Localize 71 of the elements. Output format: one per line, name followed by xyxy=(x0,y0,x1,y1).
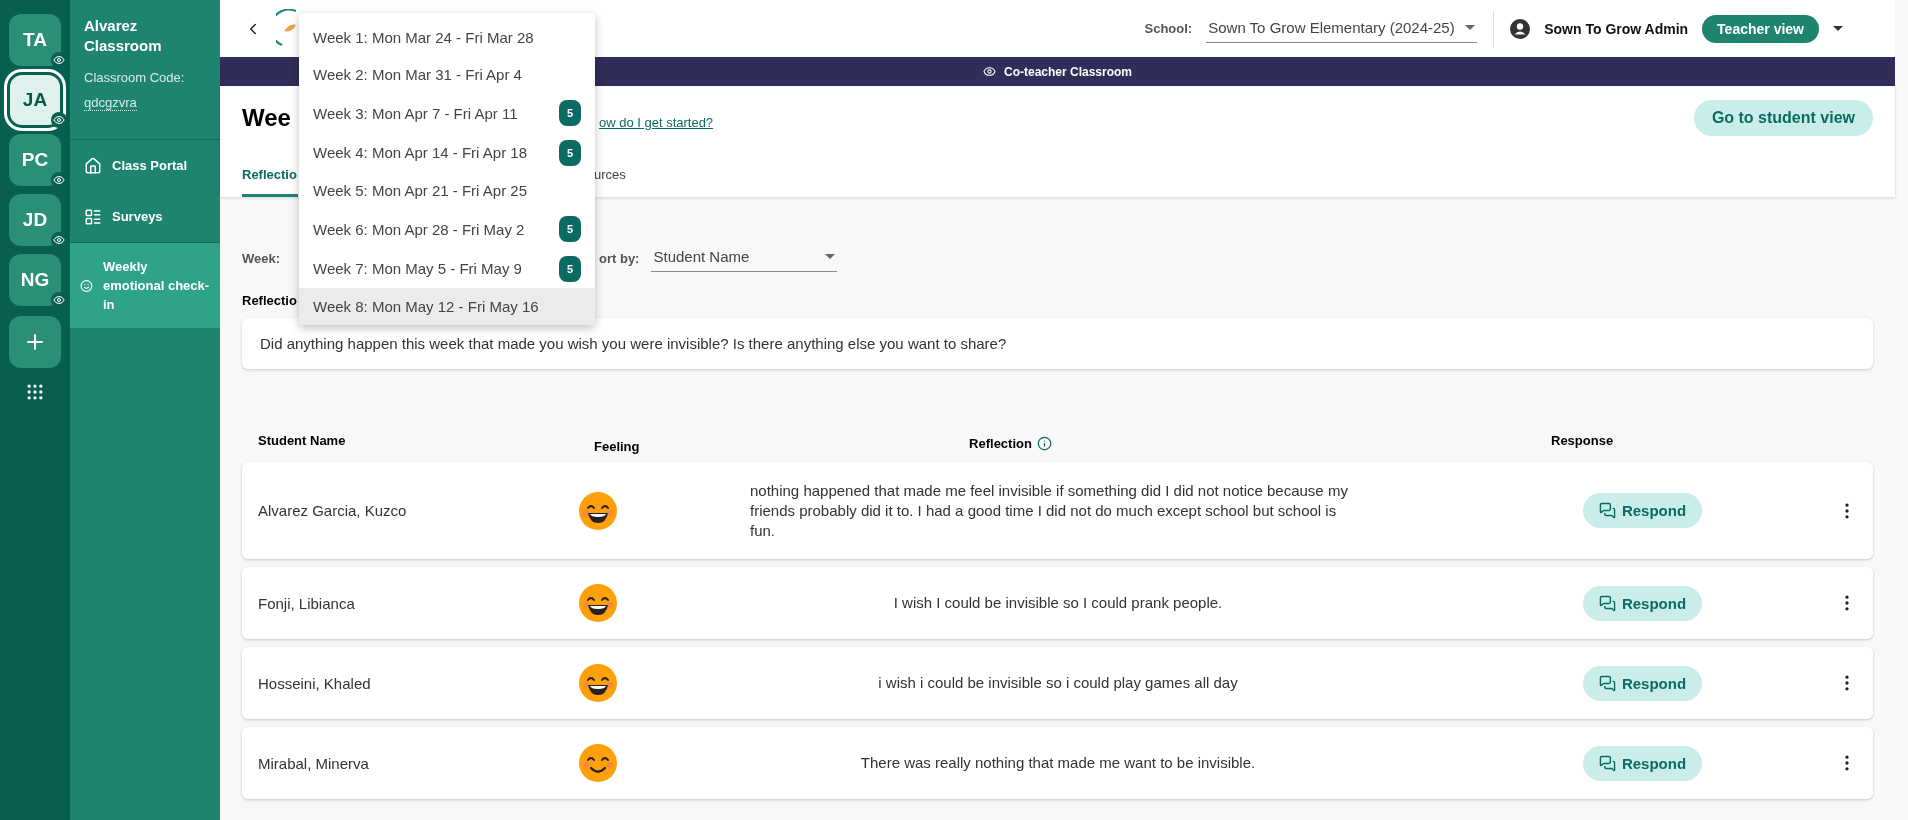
student-name: Alvarez Garcia, Kuzco xyxy=(258,502,408,519)
grinning-face-icon xyxy=(578,663,618,703)
apps-grid-icon[interactable] xyxy=(25,382,45,402)
user-name: Sown To Grow Admin xyxy=(1544,20,1689,37)
school-label: School: xyxy=(1144,21,1193,36)
respond-button[interactable]: Respond xyxy=(1582,745,1703,781)
reflection-text: nothing happened that made me feel invisible if something did I did not notice because my friends probably did it to. I had a good time I did not do much except school but school is fun. xyxy=(750,480,1349,541)
reflection-label: Reflectio xyxy=(242,293,297,308)
smiling-face-icon xyxy=(578,743,618,783)
classroom-code[interactable]: qdcgzvra xyxy=(84,95,137,111)
count-badge: 5 xyxy=(559,100,581,126)
student-view-button[interactable]: Go to student view xyxy=(1693,100,1873,136)
help-link[interactable]: ow do I get started? xyxy=(598,114,714,130)
grinning-face-icon xyxy=(578,490,618,531)
eye-icon xyxy=(53,174,65,186)
respond-button[interactable]: Respond xyxy=(1582,493,1703,528)
column-header: Feeling xyxy=(594,439,641,454)
dropdown-caret-icon xyxy=(1465,24,1476,30)
week-option[interactable]: Week 1: Mon Mar 24 - Fri Mar 28 xyxy=(299,19,595,56)
list-icon xyxy=(84,207,102,226)
sidebar-item[interactable]: Class Portal xyxy=(70,140,220,191)
chat-icon xyxy=(1598,674,1616,692)
count-badge: 5 xyxy=(559,255,581,282)
info-icon[interactable] xyxy=(1036,436,1052,451)
student-name: Hosseini, Khaled xyxy=(258,674,372,692)
chat-icon xyxy=(1598,502,1616,519)
page-title: Wee xyxy=(242,104,291,132)
week-option[interactable]: Week 6: Mon Apr 28 - Fri May 2 5 xyxy=(299,209,595,249)
week-option[interactable]: Week 5: Mon Apr 21 - Fri Apr 25 xyxy=(299,172,595,209)
classroom-name: Alvarez Classroom xyxy=(84,16,163,56)
eye-icon xyxy=(53,294,65,306)
classroom-avatar[interactable]: JD xyxy=(9,194,61,246)
teacher-view-button[interactable]: Teacher view xyxy=(1702,14,1819,43)
respond-button[interactable]: Respond xyxy=(1582,585,1703,621)
student-name: Fonji, Libianca xyxy=(258,594,356,612)
tab[interactable]: urces xyxy=(594,167,626,197)
classroom-avatar[interactable]: PC xyxy=(9,134,61,186)
student-name: Mirabal, Minerva xyxy=(258,754,370,772)
column-header: Response xyxy=(1550,433,1615,448)
add-classroom-button[interactable] xyxy=(9,316,61,368)
week-option[interactable]: Week 4: Mon Apr 14 - Fri Apr 18 5 xyxy=(299,133,595,172)
grinning-face-icon xyxy=(578,583,618,623)
sort-label: ort by: xyxy=(599,250,640,266)
chat-icon xyxy=(1598,754,1616,772)
eye-icon xyxy=(53,114,65,126)
reflection-text: I wish I could be invisible so I could prank people. xyxy=(892,593,1224,613)
week-option[interactable]: Week 7: Mon May 5 - Fri May 9 5 xyxy=(299,249,595,288)
count-badge: 5 xyxy=(559,139,581,166)
classroom-avatar[interactable]: TA xyxy=(9,14,61,66)
week-label: Week: xyxy=(242,250,282,266)
logo-icon xyxy=(276,8,296,49)
reflection-text: i wish i could be invisible so i could play games all day xyxy=(877,673,1239,693)
dropdown-caret-icon xyxy=(1833,26,1843,31)
count-badge: 5 xyxy=(559,216,581,242)
week-option[interactable]: Week 3: Mon Apr 7 - Fri Apr 11 5 xyxy=(299,93,595,133)
home-icon xyxy=(84,156,102,175)
account-icon xyxy=(1510,18,1531,39)
classroom-code-label: Classroom Code: xyxy=(84,70,186,85)
classroom-avatar[interactable]: NG xyxy=(9,254,61,306)
dropdown-caret-icon xyxy=(825,254,836,259)
chat-icon xyxy=(1598,594,1616,612)
respond-button[interactable]: Respond xyxy=(1582,665,1703,701)
week-option[interactable]: Week 8: Mon May 12 - Fri May 16 xyxy=(299,288,595,325)
reflection-text: There was really nothing that made me want to be invisible. xyxy=(859,753,1257,773)
column-header: Reflection xyxy=(969,436,1032,451)
school-select[interactable]: Sown To Grow Elementary (2024-25) xyxy=(1206,14,1478,43)
column-header: Student Name xyxy=(258,433,347,448)
eye-icon xyxy=(53,54,65,66)
sort-select[interactable]: Student Name xyxy=(651,244,838,272)
reflection-question: Did anything happen this week that made you wish you were invisible? Is there anything else you want to share? xyxy=(242,318,1873,369)
eye-icon xyxy=(53,234,65,246)
